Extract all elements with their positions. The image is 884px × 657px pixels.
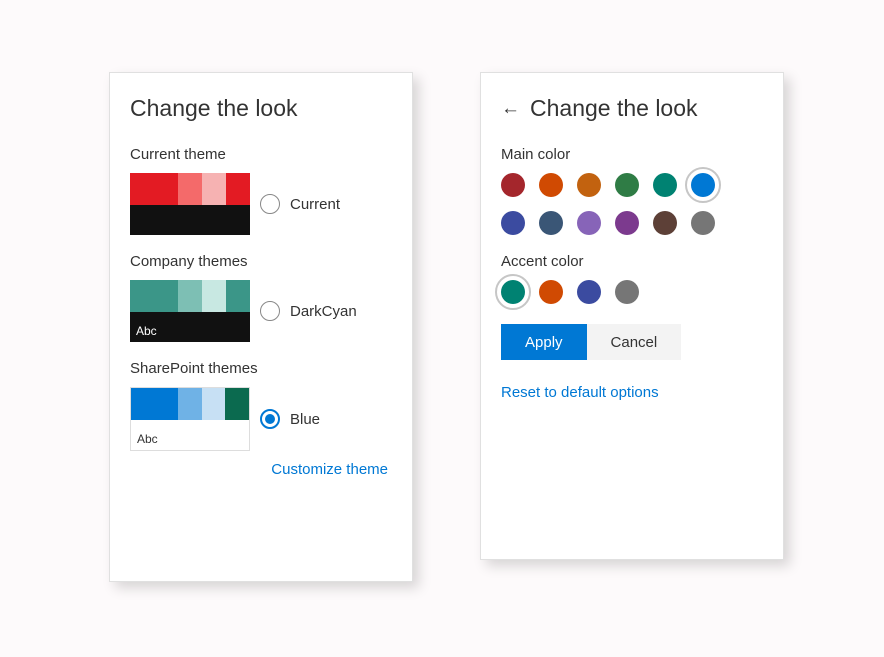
accent-color-swatch-1[interactable] xyxy=(539,280,563,304)
current-theme-swatch[interactable] xyxy=(130,173,250,235)
current-theme-label: Current theme xyxy=(130,146,392,163)
accent-color-options xyxy=(501,280,763,304)
theme-radio-darkcyan[interactable] xyxy=(260,301,280,321)
apply-button[interactable]: Apply xyxy=(501,324,587,360)
accent-color-label: Accent color xyxy=(501,253,763,270)
main-color-label: Main color xyxy=(501,146,763,163)
change-look-panel: Change the look Current theme Current Co… xyxy=(109,72,413,582)
swatch-sample-text: Abc xyxy=(136,324,157,338)
main-color-swatch-7[interactable] xyxy=(539,211,563,235)
sharepoint-theme-swatch[interactable]: Abc xyxy=(130,387,250,451)
main-color-swatch-2[interactable] xyxy=(577,173,601,197)
main-color-swatch-5[interactable] xyxy=(691,173,715,197)
main-color-swatch-10[interactable] xyxy=(653,211,677,235)
company-themes-label: Company themes xyxy=(130,253,392,270)
main-color-swatch-0[interactable] xyxy=(501,173,525,197)
button-row: Apply Cancel xyxy=(501,324,763,360)
theme-name-current: Current xyxy=(290,196,340,213)
main-color-options xyxy=(501,173,741,235)
panel-title: Change the look xyxy=(530,95,698,122)
main-color-swatch-11[interactable] xyxy=(691,211,715,235)
accent-color-swatch-0[interactable] xyxy=(501,280,525,304)
swatch-sample-text: Abc xyxy=(137,432,158,446)
customize-theme-panel: ← Change the look Main color Accent colo… xyxy=(480,72,784,560)
main-color-swatch-9[interactable] xyxy=(615,211,639,235)
panel-title: Change the look xyxy=(130,95,392,122)
theme-name-darkcyan: DarkCyan xyxy=(290,303,357,320)
accent-color-swatch-3[interactable] xyxy=(615,280,639,304)
current-theme-row: Current xyxy=(130,173,392,235)
sharepoint-theme-row: Abc Blue xyxy=(130,387,392,451)
theme-radio-current[interactable] xyxy=(260,194,280,214)
sharepoint-themes-label: SharePoint themes xyxy=(130,360,392,377)
theme-name-blue: Blue xyxy=(290,411,320,428)
back-arrow-icon[interactable]: ← xyxy=(501,99,520,118)
theme-radio-blue[interactable] xyxy=(260,409,280,429)
main-color-swatch-3[interactable] xyxy=(615,173,639,197)
customize-theme-link[interactable]: Customize theme xyxy=(271,461,388,478)
accent-color-swatch-2[interactable] xyxy=(577,280,601,304)
main-color-swatch-4[interactable] xyxy=(653,173,677,197)
main-color-swatch-6[interactable] xyxy=(501,211,525,235)
company-theme-swatch[interactable]: Abc xyxy=(130,280,250,342)
main-color-swatch-1[interactable] xyxy=(539,173,563,197)
cancel-button[interactable]: Cancel xyxy=(587,324,682,360)
company-theme-row: Abc DarkCyan xyxy=(130,280,392,342)
main-color-swatch-8[interactable] xyxy=(577,211,601,235)
reset-defaults-link[interactable]: Reset to default options xyxy=(501,384,659,401)
